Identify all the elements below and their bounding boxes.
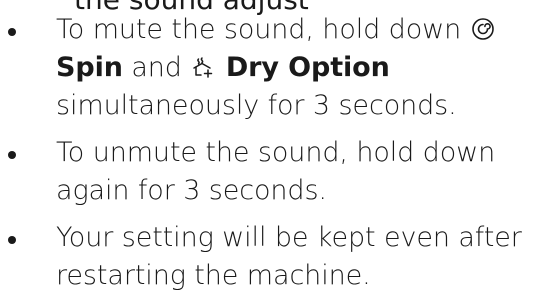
dry-option-icon xyxy=(191,55,215,79)
unmute-text: To unmute the sound, hold down again for… xyxy=(56,137,496,206)
manual-page: the sound adjust To mute the sound, hold… xyxy=(0,0,537,291)
spin-button-label: Spin xyxy=(56,52,123,83)
setting-kept-text: Your setting will be kept even after res… xyxy=(56,222,522,291)
list-item-setting-kept: Your setting will be kept even after res… xyxy=(0,219,537,295)
list-item-unmute: To unmute the sound, hold down again for… xyxy=(0,134,537,210)
mute-text-end: simultaneously for 3 seconds. xyxy=(56,90,457,121)
mute-text-start: To mute the sound, hold down xyxy=(56,14,462,45)
bullet-dot xyxy=(8,28,16,36)
bullet-dot xyxy=(8,151,16,159)
list-item-mute: To mute the sound, hold down Spin and Dr… xyxy=(0,11,537,125)
and-text: and xyxy=(131,52,182,83)
spin-icon xyxy=(471,17,495,41)
instruction-list: To mute the sound, hold down Spin and Dr… xyxy=(0,11,537,304)
bullet-dot xyxy=(8,236,16,244)
dry-option-label: Dry Option xyxy=(225,52,390,83)
